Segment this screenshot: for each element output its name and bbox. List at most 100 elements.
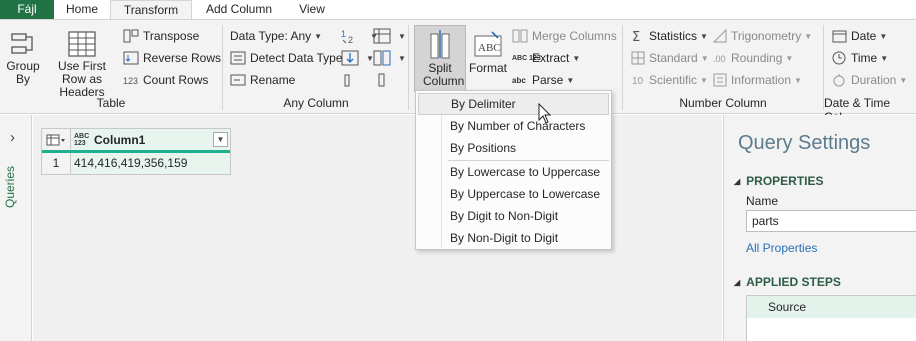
rename-button[interactable]: Rename — [230, 70, 295, 90]
column-header-column1[interactable]: ABC 123 Column1 ▼ — [71, 129, 230, 150]
queries-pane-collapsed: › Queries — [0, 115, 32, 341]
detect-data-type-button[interactable]: Detect Data Type — [230, 48, 343, 68]
rename-icon — [230, 74, 246, 86]
menu-item-by-number-of-characters[interactable]: By Number of Characters — [418, 115, 609, 137]
table-cell[interactable]: 414,416,419,356,159 — [71, 153, 230, 174]
menu-item-by-digit-to-non-digit[interactable]: By Digit to Non-Digit — [418, 205, 609, 227]
reverse-rows-button[interactable]: Reverse Rows — [123, 48, 221, 68]
group-by-icon — [11, 33, 33, 54]
merge-columns-button[interactable]: Merge Columns — [512, 26, 617, 46]
format-button[interactable]: ABC Format▼ — [468, 28, 508, 98]
transpose-label: Transpose — [143, 29, 200, 43]
trigonometry-label: Trigonometry — [731, 29, 802, 43]
parse-button[interactable]: abc Parse ▼ — [512, 70, 574, 90]
menu-item-by-positions[interactable]: By Positions — [418, 137, 609, 159]
fill-down-icon — [341, 50, 359, 66]
tab-home[interactable]: Home — [54, 0, 110, 20]
unpivot-icon — [373, 50, 391, 66]
format-icon: ABC — [474, 31, 502, 57]
tab-transform[interactable]: Transform — [110, 0, 192, 20]
abc123-icon: ABC 123 — [512, 54, 541, 62]
extract-label: Extract — [532, 51, 570, 65]
transpose-button[interactable]: Transpose — [123, 26, 199, 46]
detect-type-icon — [230, 51, 246, 65]
menu-item-by-lowercase-to-uppercase[interactable]: By Lowercase to Uppercase — [418, 161, 609, 183]
standard-button[interactable]: Standard ▼ — [631, 48, 709, 68]
scientific-button[interactable]: 10 Scientific ▼ — [631, 70, 708, 90]
filter-dropdown-icon[interactable]: ▼ — [213, 132, 228, 147]
applied-steps-section-header[interactable]: ◢ APPLIED STEPS — [734, 275, 841, 289]
standard-icon — [631, 51, 645, 65]
date-button[interactable]: Date ▼ — [832, 26, 887, 46]
transpose-icon — [123, 29, 139, 43]
queries-label[interactable]: Queries — [3, 157, 17, 217]
chevron-down-icon: ▼ — [398, 53, 406, 63]
table-row: 1 414,416,419,356,159 — [42, 153, 230, 174]
tab-view[interactable]: View — [286, 0, 338, 20]
duration-label: Duration — [851, 73, 897, 87]
all-properties-link[interactable]: All Properties — [746, 241, 817, 255]
duration-button[interactable]: Duration ▼ — [832, 70, 907, 90]
list-icon — [378, 73, 385, 87]
any-type-icon[interactable]: ABC 123 — [74, 133, 90, 147]
chevron-down-icon: ▼ — [700, 31, 708, 41]
menu-item-by-delimiter[interactable]: By Delimiter — [418, 93, 609, 115]
properties-section-header[interactable]: ◢ PROPERTIES — [734, 174, 824, 188]
any-column-group-label: Any Column — [283, 96, 349, 110]
information-button[interactable]: Information ▼ — [713, 70, 802, 90]
stopwatch-icon — [833, 74, 845, 87]
parse-label: Parse — [532, 73, 564, 87]
count-rows-button[interactable]: 123 Count Rows — [123, 70, 208, 90]
chevron-down-icon: ▼ — [880, 53, 889, 63]
chevron-down-icon: ▼ — [879, 31, 888, 41]
applied-step-source[interactable]: Source — [747, 296, 916, 318]
table-icon — [46, 134, 65, 145]
use-first-row-button[interactable]: Use First Row as Headers — [45, 30, 119, 99]
menu-item-by-uppercase-to-lowercase[interactable]: By Uppercase to Lowercase — [418, 183, 609, 205]
abc-icon: abc — [512, 75, 526, 85]
data-type-dropdown[interactable]: Data Type: Any ▼ — [230, 26, 322, 46]
statistics-button[interactable]: Σ Statistics ▼ — [631, 26, 708, 46]
convert-to-list-button[interactable] — [377, 70, 391, 90]
trigonometry-button[interactable]: Trigonometry ▼ — [713, 26, 812, 46]
menu-item-by-non-digit-to-digit[interactable]: By Non-Digit to Digit — [418, 227, 609, 249]
reverse-rows-icon — [123, 51, 139, 65]
tab-add-column[interactable]: Add Column — [192, 0, 286, 20]
move-button[interactable] — [341, 70, 363, 90]
query-settings-pane: Query Settings ◢ PROPERTIES Name All Prop… — [723, 115, 916, 341]
rounding-icon: .00 — [713, 54, 726, 64]
time-button[interactable]: Time ▼ — [832, 48, 888, 68]
extract-button[interactable]: ABC 123 Extract ▼ — [512, 48, 580, 68]
split-column-button[interactable]: Split Column▼ — [414, 28, 467, 98]
svg-text:2: 2 — [348, 35, 353, 44]
split-column-label: Split Column — [423, 61, 465, 88]
rounding-button[interactable]: .00 Rounding ▼ — [713, 48, 793, 68]
chevron-down-icon: ▼ — [572, 53, 581, 63]
scientific-label: Scientific — [649, 73, 698, 87]
properties-header-label: PROPERTIES — [746, 174, 824, 188]
ribbon-tab-bar: Fájl Home Transform Add Column View — [0, 0, 916, 20]
unpivot-button[interactable]: ▼ — [373, 48, 406, 68]
ribbon-separator — [408, 25, 409, 110]
grid-header-row: ABC 123 Column1 ▼ — [42, 129, 230, 153]
expand-chevron-icon[interactable]: › — [10, 129, 15, 146]
chevron-down-icon: ▼ — [566, 75, 575, 85]
query-name-input[interactable] — [746, 210, 916, 232]
column-header-label: Column1 — [94, 132, 146, 147]
fill-button[interactable]: ▼ — [341, 48, 374, 68]
group-by-button[interactable]: Group By — [5, 30, 41, 86]
svg-text:Σ: Σ — [632, 30, 640, 43]
chevron-down-icon: ▼ — [700, 53, 709, 63]
table-menu-button[interactable] — [42, 129, 71, 150]
table-header-icon — [68, 31, 96, 57]
row-number: 1 — [42, 153, 71, 174]
svg-text:1: 1 — [341, 29, 346, 39]
move-icon — [344, 74, 350, 87]
standard-label: Standard — [649, 51, 698, 65]
merge-columns-label: Merge Columns — [532, 29, 617, 43]
calendar-icon — [832, 30, 847, 43]
statistics-label: Statistics — [649, 29, 698, 43]
pivot-button[interactable]: ▼ — [373, 26, 406, 46]
svg-text:123: 123 — [123, 76, 138, 86]
tab-file[interactable]: Fájl — [0, 0, 54, 20]
